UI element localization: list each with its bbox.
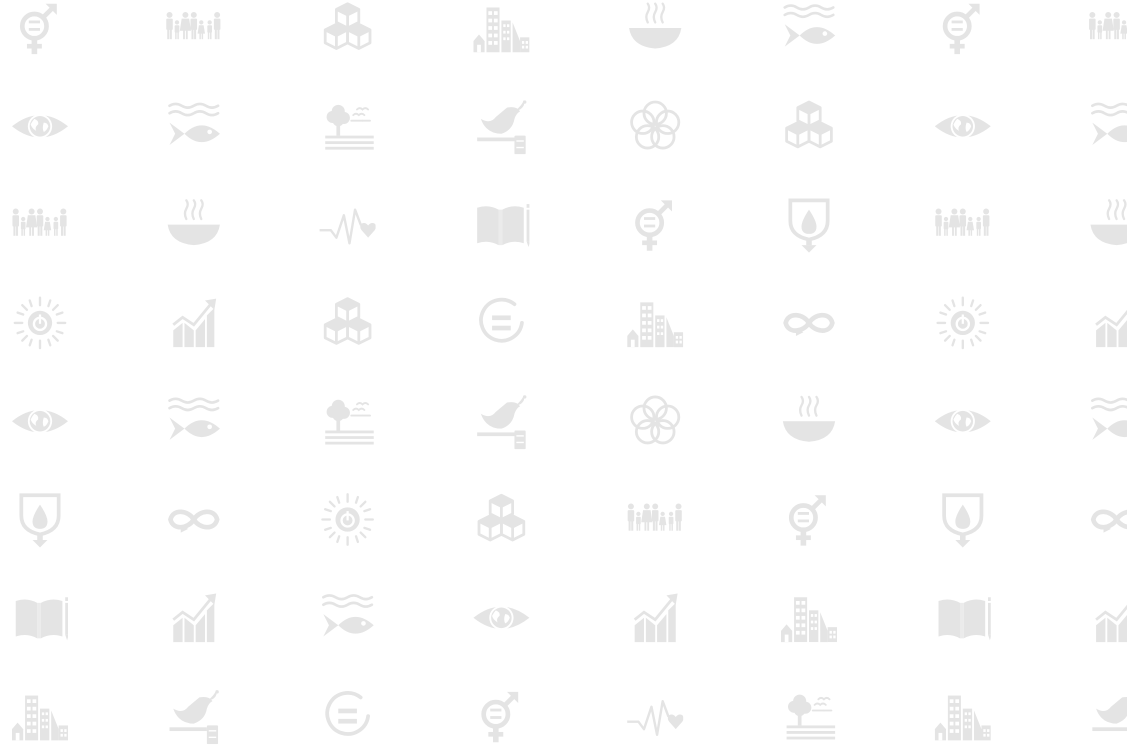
family-icon <box>935 208 990 236</box>
dove-gavel-icon <box>477 395 527 450</box>
family-icon <box>166 11 221 40</box>
gender-equality-icon <box>945 4 980 54</box>
sun-power-icon <box>321 493 374 546</box>
equals-circle-icon <box>325 691 370 736</box>
book-pencil-icon <box>15 597 68 641</box>
bowl-icon <box>166 199 222 247</box>
tree-landscape-icon <box>324 103 375 151</box>
cubes-icon <box>477 493 526 542</box>
fish-icon <box>168 102 222 147</box>
sun-power-icon <box>936 296 990 350</box>
infinity-icon <box>1093 512 1127 533</box>
heartbeat-icon <box>627 699 684 736</box>
eye-globe-icon <box>12 409 68 434</box>
infinity-icon <box>786 315 833 336</box>
icon-pattern-background <box>12 0 1127 756</box>
growth-chart-icon <box>171 592 218 644</box>
gender-equality-icon <box>484 692 519 742</box>
eye-globe-icon <box>934 409 991 434</box>
family-icon <box>627 503 682 531</box>
flower-rings-icon <box>630 100 681 150</box>
flower-rings-icon <box>630 395 681 445</box>
bowl-icon <box>627 2 683 50</box>
growth-chart-icon <box>633 592 680 644</box>
city-icon <box>12 695 68 741</box>
eye-globe-icon <box>12 114 68 139</box>
fish-icon <box>783 4 837 48</box>
heartbeat-icon <box>319 208 376 245</box>
sun-power-icon <box>13 296 67 350</box>
book-pencil-icon <box>938 597 991 641</box>
fish-icon <box>1091 397 1127 442</box>
fish-icon <box>168 397 222 442</box>
cubes-icon <box>785 100 833 149</box>
dove-gavel-icon <box>477 100 527 155</box>
cubes-icon <box>323 297 372 345</box>
city-icon <box>627 302 684 348</box>
eye-globe-icon <box>473 605 530 630</box>
growth-chart-icon <box>171 297 218 349</box>
gender-equality-icon <box>22 4 57 54</box>
growth-chart-icon <box>1094 297 1127 349</box>
water-drop-icon <box>19 493 61 548</box>
city-icon <box>781 597 837 643</box>
family-icon <box>12 208 67 236</box>
tree-landscape-icon <box>785 693 837 741</box>
bowl-icon <box>1089 199 1127 247</box>
tree-landscape-icon <box>324 398 375 446</box>
eye-globe-icon <box>934 114 991 139</box>
bowl-icon <box>781 395 837 443</box>
family-icon <box>1089 11 1127 40</box>
gender-equality-icon <box>637 200 672 250</box>
city-icon <box>473 7 530 53</box>
water-drop-icon <box>942 493 984 548</box>
gender-equality-icon <box>791 495 826 545</box>
book-pencil-icon <box>477 204 530 247</box>
cubes-icon <box>323 2 372 50</box>
city-icon <box>934 695 991 741</box>
fish-icon <box>322 594 376 638</box>
equals-circle-icon <box>479 297 524 343</box>
fish-icon <box>1091 102 1127 147</box>
growth-chart-icon <box>1094 592 1127 644</box>
dove-gavel-icon <box>169 689 219 745</box>
water-drop-icon <box>788 198 830 253</box>
dove-gavel-icon <box>1092 689 1127 745</box>
infinity-icon <box>170 512 217 533</box>
